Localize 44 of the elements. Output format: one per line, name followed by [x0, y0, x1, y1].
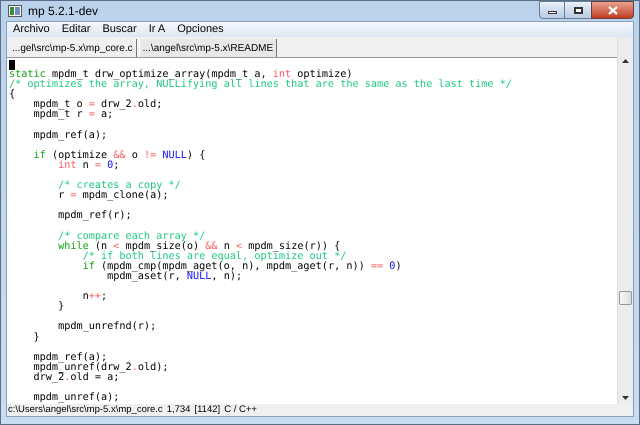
menu-item[interactable]: Opciones [177, 21, 224, 38]
code-line: mpdm_t r = a; [32, 110, 114, 121]
scroll-up-icon[interactable] [622, 59, 629, 63]
code-line: if (mpdm_cmp(mpdm_aget(o, n), mpdm_aget(r, n)) == 0) [82, 262, 402, 272]
code-line: mpdm_aset(r, NULL, n); [107, 272, 242, 282]
code-line: mpdm_t o = drw_2.old; [32, 100, 162, 110]
menu-item[interactable]: Archivo [13, 21, 50, 38]
file-path: c:\Users\angel\src\mp-5.x\mp_core.c [8, 402, 163, 417]
code-line: } [32, 332, 40, 343]
app-icon [8, 5, 22, 17]
code-line: while (n < mpdm_size(o) && n < mpdm_size(r)) { [57, 242, 340, 252]
code-line: /* optimizes the array, NULLifying all lines that are the same as the last time */ [9, 80, 512, 90]
code-line: mpdm_ref(a); [32, 130, 108, 141]
cursor-position: 1,734 [166, 402, 190, 417]
scrollbar-thumb[interactable] [619, 291, 632, 305]
code-line: /* creates a copy */ [57, 181, 181, 192]
line-count: [1142] [194, 402, 220, 417]
file-tab[interactable]: ...\angel\src\mp-5.x\README [138, 39, 278, 57]
code-line: mpdm_ref(r); [57, 211, 132, 222]
code-line: /* compare each array */ [57, 232, 206, 242]
scroll-down-icon[interactable] [622, 396, 629, 400]
code-line: n++; [82, 292, 108, 302]
syntax-mode: C / C++ [224, 402, 257, 417]
window-title: mp 5.2.1-dev [28, 3, 98, 20]
code-line: mpdm_unrefnd(r); [57, 322, 156, 333]
close-button[interactable] [591, 1, 634, 19]
code-line: } [57, 302, 64, 312]
code-line: if (optimize && o != NULL) { [32, 150, 206, 161]
code-line: { [9, 90, 16, 100]
code-line: mpdm_ref(a); [32, 352, 108, 363]
minimize-button[interactable] [539, 1, 565, 19]
maximize-button[interactable] [565, 1, 591, 19]
code-line: mpdm_unref(drw_2.old); [32, 362, 168, 373]
code-line: /* if both lines are equal, optimize out */ [82, 252, 346, 262]
menu-item[interactable]: Ir A [148, 21, 166, 38]
code-line: drw_2.old = a; [32, 372, 120, 383]
code-line: static mpdm_t drw_optimize_array(mpdm_t a, int optimize) [9, 70, 352, 80]
code-line: r = mpdm_clone(a); [57, 191, 168, 202]
menu-item[interactable]: Editar [62, 21, 90, 38]
code-line: int n = 0; [58, 160, 120, 172]
close-icon [608, 6, 618, 14]
menu-item[interactable]: Buscar [102, 21, 137, 38]
code-line: mpdm_unref(a); [32, 393, 120, 404]
vertical-scrollbar[interactable] [617, 37, 633, 404]
